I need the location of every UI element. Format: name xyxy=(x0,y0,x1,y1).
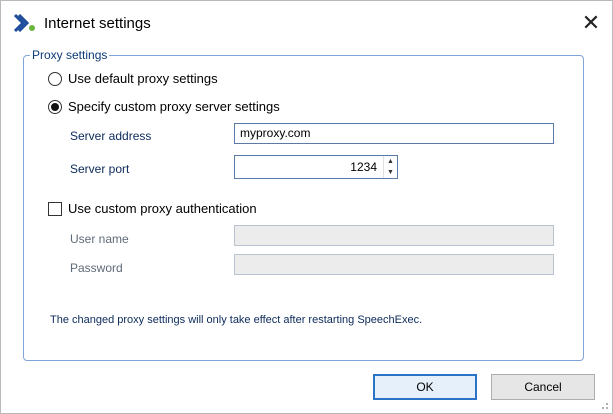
use-default-proxy-radio[interactable]: Use default proxy settings xyxy=(48,71,218,86)
password-label: Password xyxy=(70,261,123,275)
resize-grip-icon[interactable] xyxy=(599,400,609,410)
radio-checked-icon[interactable] xyxy=(48,99,62,114)
speechexec-logo-icon xyxy=(14,14,35,32)
close-icon: ✕ xyxy=(581,10,601,35)
radio-unchecked-icon[interactable] xyxy=(48,71,62,86)
title-bar: Internet settings ✕ xyxy=(1,1,612,45)
server-address-label: Server address xyxy=(70,129,152,143)
server-port-label: Server port xyxy=(70,162,130,176)
close-button[interactable]: ✕ xyxy=(571,8,611,38)
custom-proxy-radio[interactable]: Specify custom proxy server settings xyxy=(48,99,280,114)
custom-auth-checkbox-row[interactable]: Use custom proxy authentication xyxy=(48,201,257,216)
custom-auth-label: Use custom proxy authentication xyxy=(68,201,257,216)
username-input[interactable] xyxy=(234,225,554,246)
server-port-stepper[interactable]: 1234 ▲ ▼ xyxy=(234,155,398,179)
server-port-value: 1234 xyxy=(350,160,377,174)
cancel-button-label: Cancel xyxy=(524,380,562,394)
cancel-button[interactable]: Cancel xyxy=(491,374,595,400)
spin-down-icon[interactable]: ▼ xyxy=(387,169,394,176)
custom-auth-checkbox[interactable] xyxy=(48,201,62,216)
ok-button-label: OK xyxy=(416,380,434,394)
restart-info-text: The changed proxy settings will only tak… xyxy=(50,314,423,326)
spin-buttons[interactable]: ▲ ▼ xyxy=(383,156,397,178)
internet-settings-dialog: Internet settings ✕ Proxy settings Use d… xyxy=(0,0,613,414)
spin-up-icon[interactable]: ▲ xyxy=(387,158,394,165)
server-address-input[interactable]: myproxy.com xyxy=(234,123,554,144)
dialog-title: Internet settings xyxy=(44,15,151,32)
password-input[interactable] xyxy=(234,254,554,275)
proxy-settings-legend: Proxy settings xyxy=(30,48,110,62)
custom-proxy-label: Specify custom proxy server settings xyxy=(68,99,280,114)
username-label: User name xyxy=(70,232,129,246)
use-default-proxy-label: Use default proxy settings xyxy=(68,71,218,86)
ok-button[interactable]: OK xyxy=(373,374,477,400)
